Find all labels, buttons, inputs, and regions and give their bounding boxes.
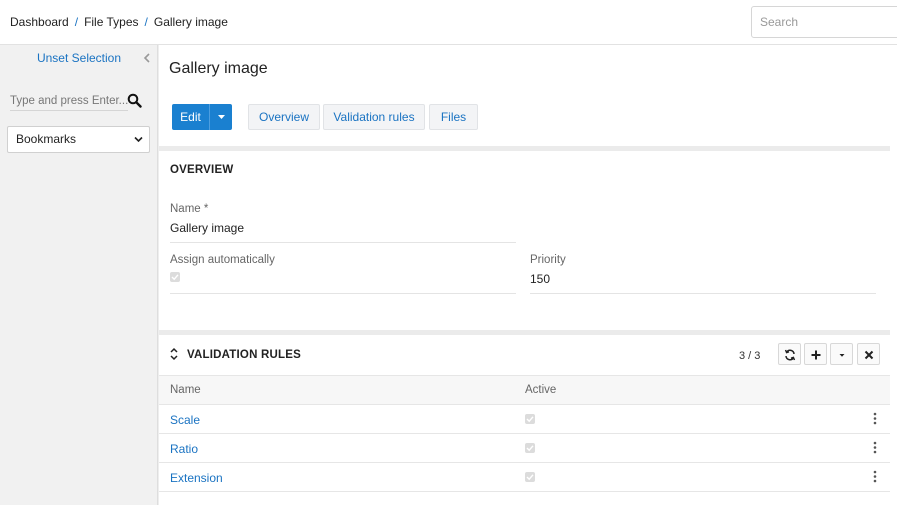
tab-overview[interactable]: Overview [248,104,320,130]
main-content: Gallery image Edit Overview Validation r… [159,45,897,505]
name-value: Gallery image [170,221,245,235]
breadcrumb-file-types[interactable]: File Types [84,15,138,29]
check-icon [526,445,534,452]
field-underline [170,242,516,243]
kebab-menu-icon[interactable] [873,441,877,454]
bookmarks-label: Bookmarks [16,132,77,146]
table-header: Name Active [159,375,890,405]
caret-down-icon [218,115,225,119]
tab-files[interactable]: Files [429,104,478,130]
priority-label: Priority [530,254,566,266]
column-header-name[interactable]: Name [170,384,201,396]
kebab-menu-icon[interactable] [873,412,877,425]
check-icon [171,274,179,281]
rule-name-link[interactable]: Scale [170,413,200,427]
add-button[interactable] [804,343,827,365]
rule-name-link[interactable]: Ratio [170,442,198,456]
breadcrumb: Dashboard / File Types / Gallery image [10,15,228,29]
field-underline [530,293,876,294]
search-icon[interactable] [127,93,142,108]
breadcrumb-dashboard[interactable]: Dashboard [10,15,69,29]
refresh-button[interactable] [778,343,801,365]
assign-automatically-label: Assign automatically [170,254,275,266]
section-divider [159,330,890,335]
refresh-icon [784,349,796,361]
column-header-active[interactable]: Active [525,384,556,396]
chevron-down-icon [134,136,143,143]
breadcrumb-separator: / [74,15,79,29]
active-checkbox [525,443,535,453]
caret-down-icon [839,354,845,357]
tab-validation-rules[interactable]: Validation rules [323,104,425,130]
active-checkbox [525,414,535,424]
edit-dropdown-button[interactable] [209,104,232,130]
collapse-toggle-icon[interactable] [169,347,179,361]
plus-icon [811,350,821,360]
record-count: 3 / 3 [739,350,761,362]
kebab-menu-icon[interactable] [873,470,877,483]
validation-rules-title: VALIDATION RULES [187,349,301,361]
active-checkbox [525,472,535,482]
check-icon [526,416,534,423]
breadcrumb-separator: / [144,15,148,29]
top-bar: Dashboard / File Types / Gallery image [0,0,897,45]
table-row[interactable]: Extension [159,463,890,492]
section-divider [159,146,890,151]
edit-button[interactable]: Edit [172,104,209,130]
name-label: Name * [170,203,209,215]
more-options-dropdown-button[interactable] [830,343,853,365]
close-icon [864,350,874,360]
close-panel-button[interactable] [857,343,880,365]
sidebar: Unset Selection Bookmarks [0,45,158,505]
table-row[interactable]: Scale [159,405,890,434]
rule-name-link[interactable]: Extension [170,471,223,485]
page-title: Gallery image [169,60,268,77]
check-icon [526,474,534,481]
field-underline [170,293,516,294]
unset-selection-link[interactable]: Unset Selection [0,51,158,65]
overview-title: OVERVIEW [170,164,234,176]
table-row[interactable]: Ratio [159,434,890,463]
chevron-left-icon[interactable] [142,51,152,65]
assign-automatically-checkbox [170,272,180,282]
sidebar-search-input[interactable] [10,91,128,111]
bookmarks-select[interactable]: Bookmarks [7,126,150,153]
breadcrumb-current: Gallery image [153,15,228,29]
global-search-input[interactable] [751,6,897,38]
priority-value: 150 [530,272,551,286]
